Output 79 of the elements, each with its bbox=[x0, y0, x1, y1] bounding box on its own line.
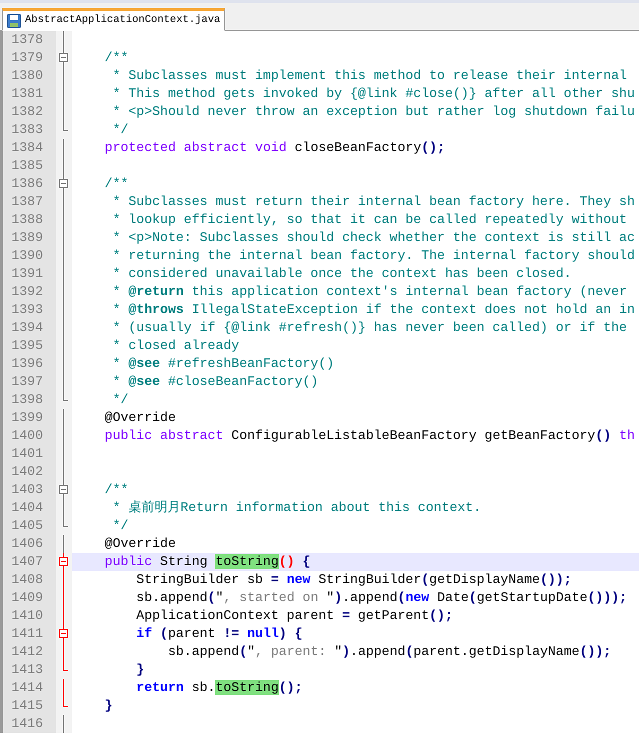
code-line: * <p>Note: Subclasses should check whether the context is still ac bbox=[112, 229, 635, 247]
code-line: /** bbox=[104, 49, 128, 67]
line-number: 1404 bbox=[11, 501, 43, 515]
line-number: 1390 bbox=[11, 249, 43, 263]
line-number: 1400 bbox=[11, 429, 43, 443]
code-line: public abstract ConfigurableListableBeanFactory getBeanFactory() th bbox=[104, 427, 635, 445]
line-number: 1407 bbox=[11, 555, 43, 569]
line-number: 1380 bbox=[11, 69, 43, 83]
line-number: 1384 bbox=[11, 141, 43, 155]
line-number: 1414 bbox=[11, 681, 43, 695]
line-number: 1388 bbox=[11, 213, 43, 227]
line-number: 1379 bbox=[11, 51, 43, 65]
line-number: 1378 bbox=[11, 33, 43, 47]
code-line: * @throws IllegalStateException if the context does not hold an in bbox=[112, 301, 635, 319]
line-number: 1382 bbox=[11, 105, 43, 119]
line-number: 1412 bbox=[11, 645, 43, 659]
code-line: * 桌前明月Return information about this context. bbox=[112, 499, 482, 517]
line-number: 1386 bbox=[11, 177, 43, 191]
code-line: /** bbox=[104, 481, 128, 499]
code-line: */ bbox=[112, 517, 128, 535]
fold-collapse-icon[interactable] bbox=[59, 557, 68, 566]
line-number: 1393 bbox=[11, 303, 43, 317]
code-line: sb.append(", parent: ").append(parent.getDisplayName()); bbox=[166, 643, 612, 661]
code-line: @Override bbox=[104, 409, 176, 427]
line-number: 1413 bbox=[11, 663, 43, 677]
line-number: 1402 bbox=[11, 465, 43, 479]
code-line: * (usually if {@link #refresh()} has never been called) or if the bbox=[112, 319, 627, 337]
line-number: 1397 bbox=[11, 375, 43, 389]
line-number: 1389 bbox=[11, 231, 43, 245]
line-number: 1408 bbox=[11, 573, 43, 587]
code-line: if (parent != null) { bbox=[135, 625, 303, 643]
code-line: * @see #closeBeanFactory() bbox=[112, 373, 318, 391]
code-line: * This method gets invoked by {@link #close()} after all other shu bbox=[112, 85, 635, 103]
code-line: @Override bbox=[104, 535, 176, 553]
code-line: sb.append(", started on ").append(new Date(getStartupDate())); bbox=[135, 589, 628, 607]
line-number: 1385 bbox=[11, 159, 43, 173]
line-number: 1387 bbox=[11, 195, 43, 209]
code-line: } bbox=[135, 661, 144, 679]
fold-collapse-icon[interactable] bbox=[59, 53, 68, 62]
code-line: * <p>Should never throw an exception but rather log shutdown failu bbox=[112, 103, 635, 121]
line-number: 1383 bbox=[11, 123, 43, 137]
code-line: protected abstract void closeBeanFactory(); bbox=[104, 139, 445, 157]
code-line: * @see #refreshBeanFactory() bbox=[112, 355, 334, 373]
line-number: 1399 bbox=[11, 411, 43, 425]
code-line: ApplicationContext parent = getParent(); bbox=[135, 607, 453, 625]
line-number: 1392 bbox=[11, 285, 43, 299]
fold-collapse-icon[interactable] bbox=[59, 629, 68, 638]
line-number: 1403 bbox=[11, 483, 43, 497]
line-number: 1395 bbox=[11, 339, 43, 353]
code-line: */ bbox=[112, 391, 128, 409]
line-number: 1398 bbox=[11, 393, 43, 407]
code-line: return sb.toString(); bbox=[135, 679, 303, 697]
code-line: * returning the internal bean factory. The internal factory should bbox=[112, 247, 635, 265]
line-number: 1381 bbox=[11, 87, 43, 101]
code-line: * closed already bbox=[112, 337, 240, 355]
line-number: 1406 bbox=[11, 537, 43, 551]
code-line: /** bbox=[104, 175, 128, 193]
line-number: 1416 bbox=[11, 717, 43, 731]
code-line: } bbox=[104, 697, 113, 715]
code-line: * Subclasses must implement this method to release their internal bbox=[112, 67, 627, 85]
fold-collapse-icon[interactable] bbox=[59, 485, 68, 494]
line-number: 1396 bbox=[11, 357, 43, 371]
code-line: StringBuilder sb = new StringBuilder(getDisplayName()); bbox=[135, 571, 572, 589]
line-number: 1415 bbox=[11, 699, 43, 713]
line-number: 1394 bbox=[11, 321, 43, 335]
line-number: 1405 bbox=[11, 519, 43, 533]
line-number: 1409 bbox=[11, 591, 43, 605]
line-number: 1391 bbox=[11, 267, 43, 281]
code-line: * Subclasses must return their internal bean factory here. They sh bbox=[112, 193, 635, 211]
code-line: public String toString() { bbox=[104, 553, 310, 571]
line-number: 1411 bbox=[11, 627, 43, 641]
fold-collapse-icon[interactable] bbox=[59, 179, 68, 188]
file-tab[interactable]: AbstractApplicationContext.java bbox=[2, 8, 226, 31]
line-number: 1401 bbox=[11, 447, 43, 461]
code-line: * considered unavailable once the context has been closed. bbox=[112, 265, 572, 283]
code-line: * @return this application context's internal bean factory (never bbox=[112, 283, 627, 301]
code-line: */ bbox=[112, 121, 128, 139]
line-number: 1410 bbox=[11, 609, 43, 623]
code-line: * lookup efficiently, so that it can be called repeatedly without bbox=[112, 211, 627, 229]
